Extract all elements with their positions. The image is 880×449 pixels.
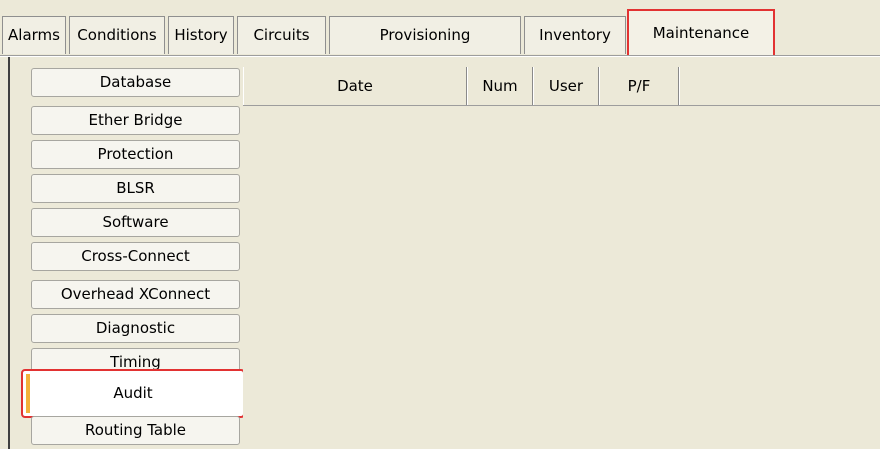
audit-table: Date Num User P/F [243,67,880,449]
sidebar-item-overhead-xconnect[interactable]: Overhead XConnect [31,280,240,309]
tab-circuits[interactable]: Circuits [237,16,326,54]
column-header-filler [679,67,880,105]
sidebar-item-cross-connect[interactable]: Cross-Connect [31,242,240,271]
tab-history[interactable]: History [168,16,234,54]
sidebar-item-audit[interactable]: Audit [21,369,245,418]
tab-maintenance[interactable]: Maintenance [627,9,775,58]
column-header-date[interactable]: Date [243,67,467,105]
selection-accent [26,374,30,413]
sidebar-item-audit-label: Audit [113,384,153,402]
tab-bar: Alarms Conditions History Circuits Provi… [0,0,880,58]
tab-provisioning[interactable]: Provisioning [329,16,521,54]
table-body[interactable] [243,106,880,449]
sidebar-item-protection[interactable]: Protection [31,140,240,169]
column-header-pf[interactable]: P/F [599,67,679,105]
column-header-num[interactable]: Num [467,67,533,105]
tab-alarms[interactable]: Alarms [2,16,66,54]
sidebar-item-blsr[interactable]: BLSR [31,174,240,203]
sidebar-item-software[interactable]: Software [31,208,240,237]
maintenance-window: Alarms Conditions History Circuits Provi… [0,0,880,449]
sidebar-item-ether-bridge[interactable]: Ether Bridge [31,106,240,135]
sidebar-item-diagnostic[interactable]: Diagnostic [31,314,240,343]
table-header: Date Num User P/F [243,67,880,106]
tab-conditions[interactable]: Conditions [69,16,165,54]
sidebar-item-database[interactable]: Database [31,68,240,97]
tab-inventory[interactable]: Inventory [524,16,626,54]
column-header-user[interactable]: User [533,67,599,105]
sidebar-item-routing-table[interactable]: Routing Table [31,416,240,445]
